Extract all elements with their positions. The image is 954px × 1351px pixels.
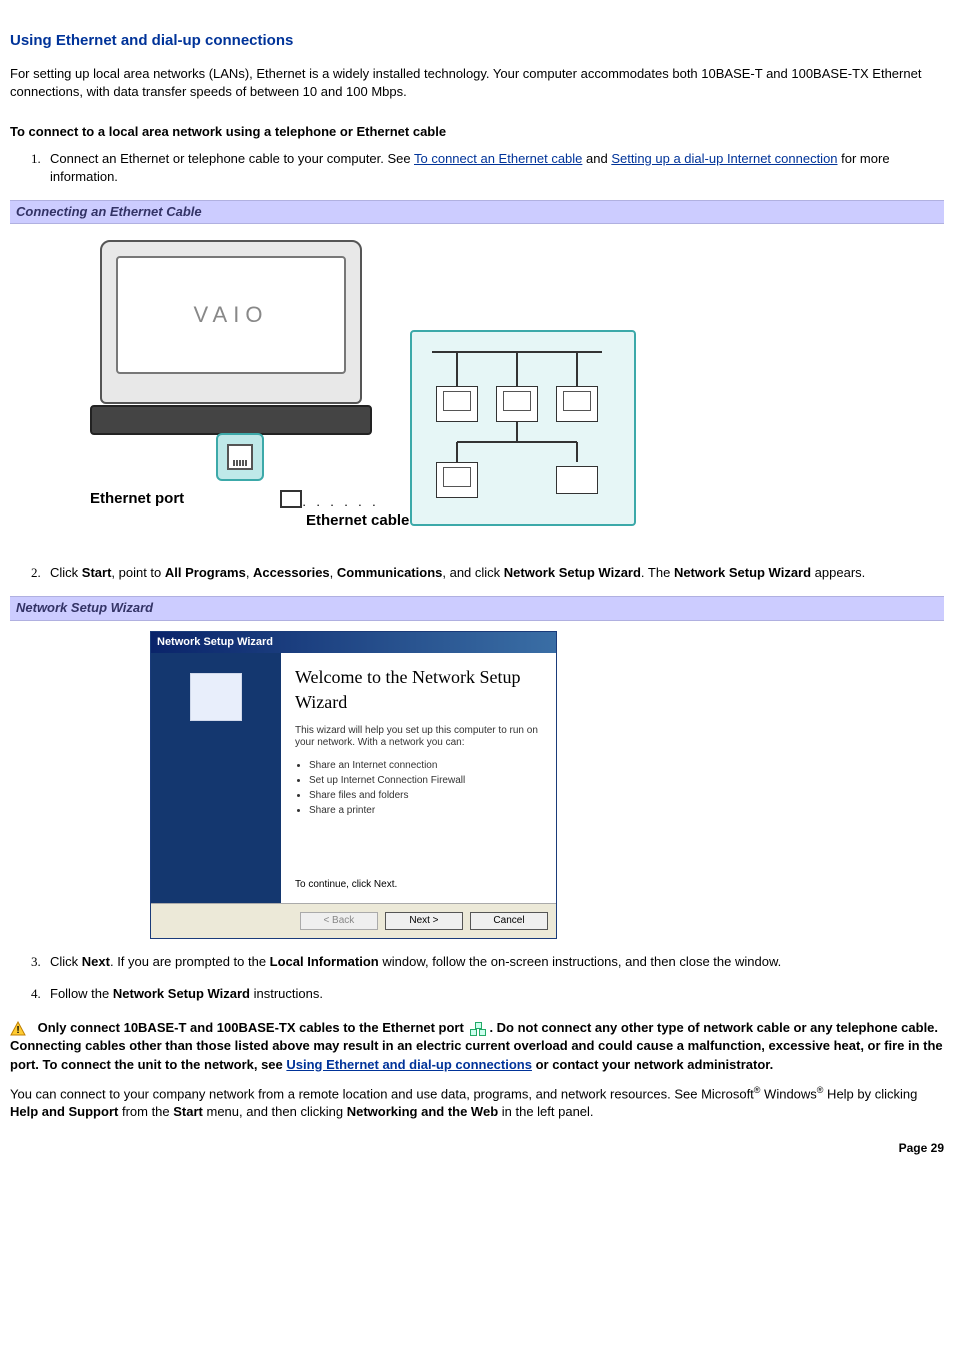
link-dialup-setup[interactable]: Setting up a dial-up Internet connection <box>611 151 837 166</box>
wizard-cancel-button[interactable]: Cancel <box>470 912 548 930</box>
warning-text-3: or contact your network administrator. <box>532 1057 773 1072</box>
network-diagram <box>410 330 636 526</box>
ethernet-port-inline-icon <box>469 1022 487 1036</box>
figure-wizard: Network Setup Wizard Welcome to the Netw… <box>10 631 944 939</box>
wizard-back-button[interactable]: < Back <box>300 912 378 930</box>
ethernet-port-icon <box>227 444 253 470</box>
ethernet-cable-label: Ethernet cable <box>306 510 409 531</box>
wizard-sidebar <box>151 653 281 903</box>
step-4: Follow the Network Setup Wizard instruct… <box>44 985 944 1003</box>
intro-paragraph: For setting up local area networks (LANs… <box>10 65 944 101</box>
step1-mid: and <box>582 151 611 166</box>
laptop-brand: VAIO <box>116 256 346 374</box>
step-3: Click Next. If you are prompted to the L… <box>44 953 944 971</box>
laptop-base <box>90 405 372 435</box>
link-ethernet-dialup[interactable]: Using Ethernet and dial-up connections <box>286 1057 532 1072</box>
wizard-bullet: Share an Internet connection <box>309 759 542 773</box>
subheading: To connect to a local area network using… <box>10 123 944 141</box>
wizard-description: This wizard will help you set up this co… <box>295 725 542 749</box>
printer-icon <box>556 466 598 494</box>
wizard-bullets: Share an Internet connection Set up Inte… <box>295 759 542 818</box>
pc-icon <box>436 386 478 422</box>
ethernet-port-highlight <box>216 433 264 481</box>
figure-caption-wizard: Network Setup Wizard <box>10 596 944 620</box>
laptop-illustration: VAIO <box>100 240 362 404</box>
wizard-bullet: Share a printer <box>309 804 542 818</box>
wizard-welcome: Welcome to the Network Setup Wizard <box>295 665 542 715</box>
section-title: Using Ethernet and dial-up connections <box>10 30 944 51</box>
svg-text:!: ! <box>16 1025 19 1036</box>
pc-icon <box>556 386 598 422</box>
ethernet-port-label: Ethernet port <box>90 488 184 509</box>
closing-paragraph: You can connect to your company network … <box>10 1084 944 1122</box>
step-2: Click Start, point to All Programs, Acce… <box>44 564 944 582</box>
figure-caption-ethernet: Connecting an Ethernet Cable <box>10 200 944 224</box>
ethernet-plug-icon <box>280 490 302 508</box>
wizard-icon <box>190 673 242 721</box>
step1-pre: Connect an Ethernet or telephone cable t… <box>50 151 414 166</box>
link-connect-ethernet[interactable]: To connect an Ethernet cable <box>414 151 582 166</box>
step-1: Connect an Ethernet or telephone cable t… <box>44 150 944 186</box>
wizard-bullet: Set up Internet Connection Firewall <box>309 774 542 788</box>
warning-block: ! Only connect 10BASE-T and 100BASE-TX c… <box>10 1019 944 1074</box>
pc-icon <box>496 386 538 422</box>
page-number: Page 29 <box>10 1140 944 1157</box>
figure-ethernet: VAIO · · · · · · Ethernet port Ethernet … <box>10 230 944 550</box>
wizard-bullet: Share files and folders <box>309 789 542 803</box>
warning-text-1: Only connect 10BASE-T and 100BASE-TX cab… <box>38 1020 468 1035</box>
pc-icon <box>436 462 478 498</box>
warning-icon: ! <box>10 1021 26 1037</box>
wizard-continue: To continue, click Next. <box>295 878 542 892</box>
wizard-next-button[interactable]: Next > <box>385 912 463 930</box>
wizard-titlebar: Network Setup Wizard <box>151 632 556 653</box>
